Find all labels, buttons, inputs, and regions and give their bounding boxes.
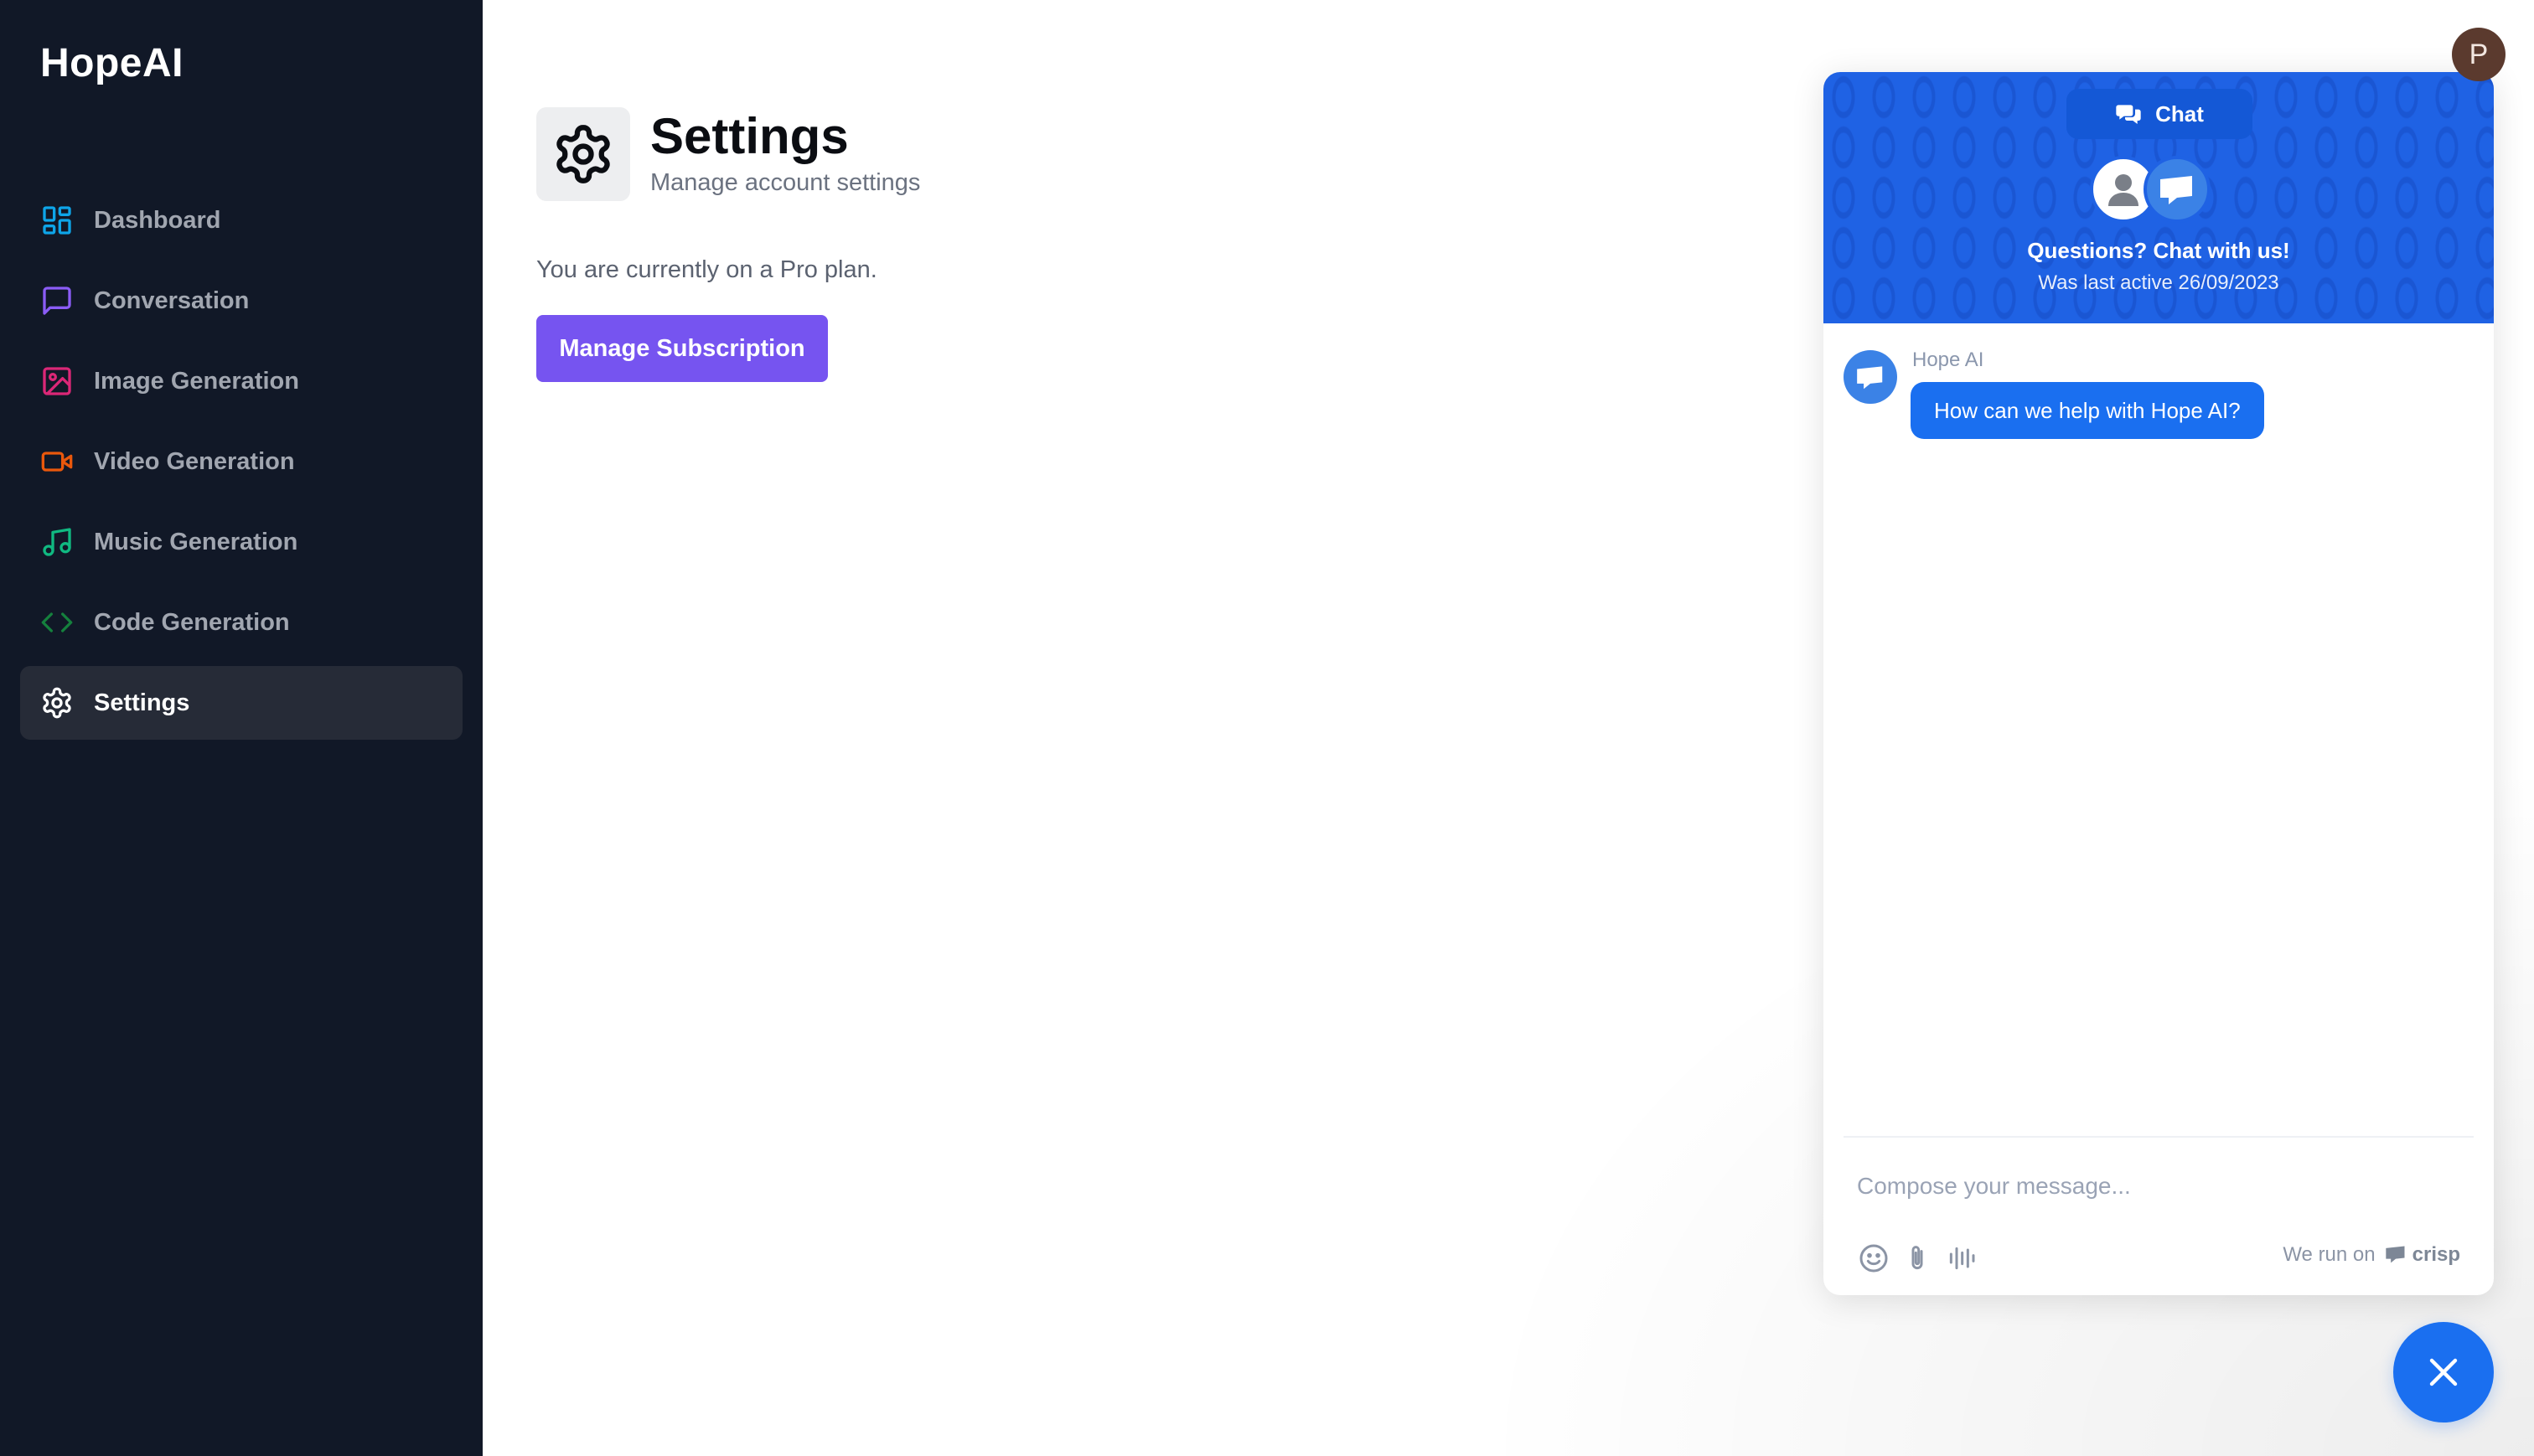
message-square-icon <box>40 284 74 318</box>
operator-avatars <box>2090 156 2227 226</box>
crisp-logo: crisp <box>2384 1243 2460 1267</box>
branding-prefix: We run on <box>2283 1243 2376 1266</box>
sidebar-item-label: Image Generation <box>94 367 299 395</box>
music-icon <box>40 525 74 559</box>
code-icon <box>40 606 74 639</box>
sidebar-item-video-generation[interactable]: Video Generation <box>20 425 463 498</box>
crisp-bubble-icon <box>1857 366 1883 390</box>
chat-widget: Chat Questions? Chat with us! Was last a… <box>1823 72 2494 1295</box>
user-avatar[interactable]: P <box>2452 28 2506 81</box>
sidebar-item-code-generation[interactable]: Code Generation <box>20 586 463 659</box>
emoji-button[interactable] <box>1857 1242 1890 1275</box>
sidebar-item-label: Music Generation <box>94 528 298 555</box>
chat-tab[interactable]: Chat <box>2066 89 2252 139</box>
attach-button[interactable] <box>1900 1242 1934 1275</box>
sidebar: HopeAI Dashboard Conversation Image Gene… <box>0 0 483 1456</box>
dashboard-icon <box>40 204 74 237</box>
sidebar-item-label: Dashboard <box>94 206 221 234</box>
page-icon-container <box>536 107 630 201</box>
page-title: Settings <box>650 108 849 164</box>
crisp-logo-icon <box>2385 1246 2405 1263</box>
crisp-bubble-icon <box>2160 176 2192 204</box>
crisp-logo-text: crisp <box>2412 1243 2460 1266</box>
audio-wave-icon <box>1949 1247 1975 1270</box>
sidebar-item-label: Settings <box>94 689 190 716</box>
chat-last-active: Was last active 26/09/2023 <box>2038 271 2279 294</box>
compose-divider <box>1844 1136 2474 1138</box>
sidebar-item-music-generation[interactable]: Music Generation <box>20 505 463 579</box>
chat-header: Chat Questions? Chat with us! Was last a… <box>1823 72 2494 323</box>
chat-header-title: Questions? Chat with us! <box>2027 238 2290 263</box>
message-bubble: How can we help with Hope AI? <box>1911 382 2264 439</box>
compose-input[interactable] <box>1857 1161 2460 1211</box>
sidebar-item-conversation[interactable]: Conversation <box>20 264 463 338</box>
close-icon <box>2429 1358 2458 1386</box>
message-sender: Hope AI <box>1912 349 1984 371</box>
image-icon <box>40 364 74 398</box>
sidebar-item-label: Conversation <box>94 287 250 314</box>
sidebar-item-settings[interactable]: Settings <box>20 666 463 740</box>
sidebar-item-dashboard[interactable]: Dashboard <box>20 183 463 257</box>
video-icon <box>40 445 74 478</box>
chat-close-button[interactable] <box>2393 1322 2494 1422</box>
page-subtitle: Manage account settings <box>650 169 921 196</box>
crisp-branding[interactable]: We run on crisp <box>2283 1243 2460 1267</box>
settings-icon <box>40 686 74 720</box>
user-icon <box>2108 174 2138 206</box>
paperclip-icon <box>1911 1246 1923 1270</box>
chat-tab-label: Chat <box>2155 101 2204 126</box>
manage-subscription-button[interactable]: Manage Subscription <box>536 315 828 382</box>
sidebar-item-label: Video Generation <box>94 447 295 475</box>
sidebar-nav: Dashboard Conversation Image Generation … <box>20 183 463 746</box>
voice-button[interactable] <box>1944 1242 1978 1275</box>
sidebar-item-image-generation[interactable]: Image Generation <box>20 344 463 418</box>
settings-icon <box>556 125 610 183</box>
chat-bubbles-icon <box>2116 105 2141 124</box>
operator-avatar <box>2144 156 2211 223</box>
app-logo[interactable]: HopeAI <box>40 40 184 86</box>
plan-status-text: You are currently on a Pro plan. <box>536 256 877 283</box>
smiley-icon <box>1859 1244 1888 1273</box>
sidebar-item-label: Code Generation <box>94 608 290 636</box>
message-avatar <box>1844 350 1897 404</box>
